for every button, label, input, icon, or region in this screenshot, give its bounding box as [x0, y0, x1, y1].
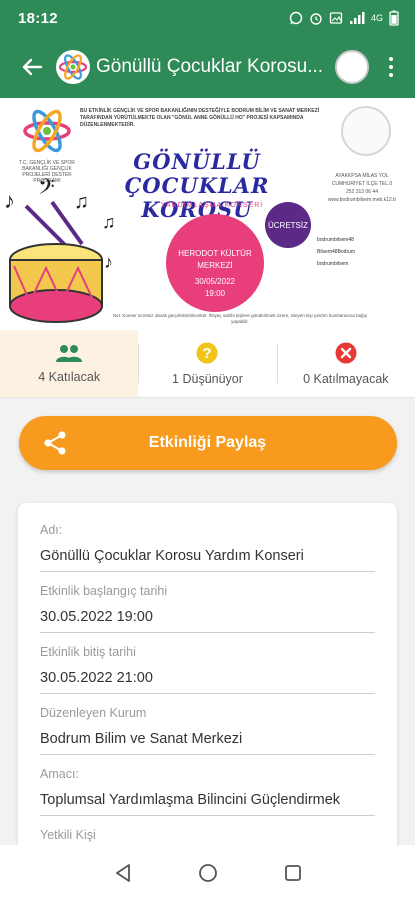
end-date-value: 30.05.2022 21:00 — [40, 670, 153, 686]
contact-label: Yetkili Kişi — [40, 828, 96, 842]
event-poster[interactable]: T.C. GENÇLİK VE SPOR BAKANLIĞI GENÇLİK P… — [0, 98, 415, 330]
purpose-value: Toplumsal Yardımlaşma Bilincini Güçlendi… — [40, 792, 341, 808]
people-icon — [56, 344, 83, 362]
rsvp-not-attending-label: 0 Katılmayacak — [303, 371, 389, 386]
poster-venue-circle: HERODOT KÜLTÜR MERKEZİ 30/05/2022 19:00 — [166, 214, 264, 312]
share-event-button[interactable]: Etkinliği Paylaş — [18, 416, 397, 470]
start-date-value: 30.05.2022 19:00 — [40, 609, 153, 625]
svg-text:?: ? — [203, 345, 212, 362]
purpose-field: Amacı: Toplumsal Yardımlaşma Bilincini G… — [40, 767, 375, 816]
arrow-left-icon — [22, 58, 43, 76]
nav-recents-icon[interactable] — [283, 863, 303, 883]
close-circle-icon — [335, 342, 357, 363]
name-field: Adı: Gönüllü Çocuklar Korosu Yardım Kons… — [40, 523, 375, 572]
rsvp-not-attending-button[interactable]: 0 Katılmayacak — [276, 330, 415, 397]
project-logo — [56, 50, 90, 84]
nav-back-icon[interactable] — [113, 863, 133, 883]
poster-title: GÖNÜLLÜ ÇOCUKLAR KOROSU — [124, 149, 270, 222]
name-label: Adı: — [40, 523, 63, 537]
battery-icon — [389, 10, 399, 26]
poster-school-logo — [341, 106, 391, 156]
event-details-card: Adı: Gönüllü Çocuklar Korosu Yardım Kons… — [18, 503, 397, 883]
rsvp-options: 4 Katılacak ? 1 Düşünüyor 0 Katılmayacak — [0, 330, 415, 398]
start-date-label: Etkinlik başlangıç tarihi — [40, 584, 168, 598]
image-notification-icon — [329, 12, 343, 24]
start-date-field: Etkinlik başlangıç tarihi 30.05.2022 19:… — [40, 584, 375, 633]
poster-venue: HERODOT KÜLTÜR MERKEZİ — [178, 249, 252, 270]
name-value: Gönüllü Çocuklar Korosu Yardım Konseri — [40, 548, 304, 564]
purpose-label: Amacı: — [40, 767, 79, 781]
overflow-menu-button[interactable] — [377, 49, 405, 85]
nav-home-icon[interactable] — [198, 863, 218, 883]
atom-logo-icon — [58, 54, 88, 80]
status-icons: 4G — [289, 10, 399, 26]
status-time: 18:12 — [18, 9, 58, 27]
twitter-handle: Bilsem48Bodrum — [317, 249, 356, 255]
poster-address: AYAKKPSA MİLAS YOL CUMHURİYET İLÇE TEL.0… — [327, 173, 397, 203]
poster-social-links: bodrumbilsem48 Bilsem48Bodrum bodrumbils… — [317, 234, 393, 270]
rsvp-maybe-button[interactable]: ? 1 Düşünüyor — [138, 330, 276, 397]
poster-time: 19:00 — [204, 289, 226, 298]
network-type: 4G — [370, 13, 383, 23]
system-nav-bar — [0, 845, 415, 900]
status-bar: 18:12 4G — [0, 0, 415, 36]
svg-text:♪: ♪ — [104, 252, 113, 272]
drum-illustration: ♫ ♪ — [9, 200, 116, 323]
share-section: Etkinliği Paylaş — [0, 398, 415, 488]
contact-field: Yetkili Kişi — [40, 828, 375, 842]
page-title: Gönüllü Çocuklar Korosu... — [96, 56, 324, 77]
poster-footnote: Not: Konser ücretsiz olarak gerçekleştir… — [112, 313, 368, 324]
facebook-handle: bodrumbilsem — [317, 261, 349, 267]
svg-text:♫: ♫ — [102, 212, 116, 232]
back-button[interactable] — [14, 49, 50, 85]
poster-header-text: BU ETKİNLİK GENÇLİK VE SPOR BAKANLIĞININ… — [80, 108, 320, 128]
project-atom-logo — [23, 109, 71, 153]
signal-icon — [349, 12, 365, 24]
end-date-label: Etkinlik bitiş tarihi — [40, 645, 136, 659]
organizer-label: Düzenleyen Kurum — [40, 706, 147, 720]
organizer-value: Bodrum Bilim ve Sanat Merkezi — [40, 731, 243, 747]
school-logo — [335, 50, 369, 84]
app-bar: Gönüllü Çocuklar Korosu... — [0, 36, 415, 98]
share-button-label: Etkinliği Paylaş — [148, 434, 267, 451]
alarm-icon — [310, 13, 322, 25]
poster-subtitle: YARDIMLAŞMA KONSERİ — [160, 202, 264, 209]
organizer-field: Düzenleyen Kurum Bodrum Bilim ve Sanat M… — [40, 706, 375, 755]
rsvp-attending-button[interactable]: 4 Katılacak — [0, 330, 139, 397]
rsvp-maybe-label: 1 Düşünüyor — [172, 371, 243, 386]
question-circle-icon: ? — [196, 342, 218, 363]
rsvp-attending-label: 4 Katılacak — [38, 369, 101, 384]
poster-free-badge: ÜCRETSİZ — [265, 202, 311, 248]
poster-date: 30/05/2022 — [194, 277, 236, 286]
whatsapp-icon — [289, 11, 303, 25]
end-date-field: Etkinlik bitiş tarihi 30.05.2022 21:00 — [40, 645, 375, 694]
instagram-handle: bodrumbilsem48 — [317, 237, 354, 243]
share-icon — [43, 431, 66, 455]
